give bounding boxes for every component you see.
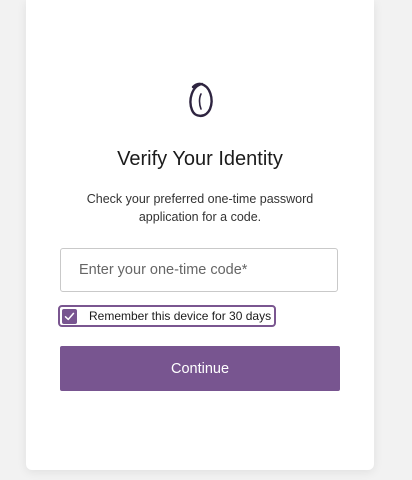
checkmark-icon <box>64 312 75 320</box>
one-time-code-input[interactable] <box>60 248 338 292</box>
checkbox-checked[interactable] <box>62 308 77 324</box>
brand-logo-icon <box>189 82 213 118</box>
remember-device-label: Remember this device for 30 days <box>89 309 272 323</box>
page-title: Verify Your Identity <box>117 148 283 170</box>
remember-device-checkbox[interactable]: Remember this device for 30 days <box>58 305 277 327</box>
instructions-text: Check your preferred one-time password a… <box>86 192 314 224</box>
continue-button[interactable]: Continue <box>60 346 340 391</box>
page: Verify Your Identity Check your preferre… <box>0 0 412 480</box>
verification-card: Verify Your Identity Check your preferre… <box>26 0 374 470</box>
